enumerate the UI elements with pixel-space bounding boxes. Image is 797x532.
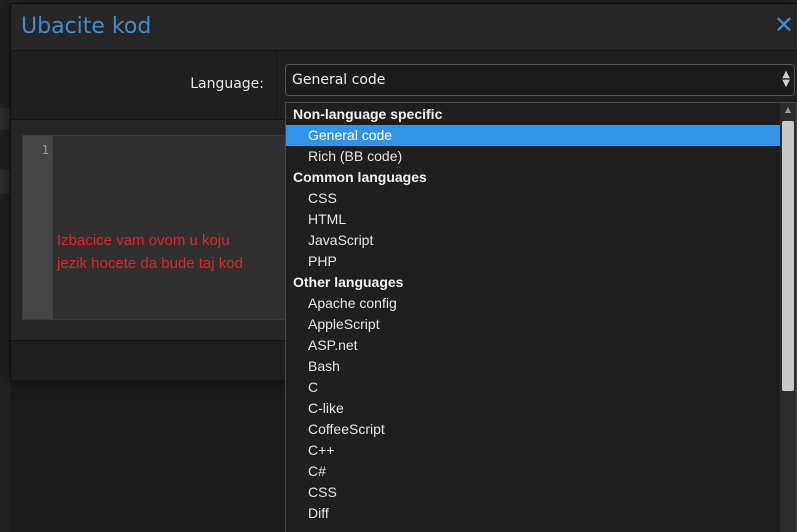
option-group-label: Non-language specific xyxy=(293,106,443,122)
dropdown-option[interactable]: AppleScript xyxy=(286,314,780,335)
close-icon[interactable]: ✕ xyxy=(774,12,794,38)
dropdown-option[interactable]: ASP.net xyxy=(286,335,780,356)
background-block xyxy=(0,108,10,130)
language-label: Language: xyxy=(190,76,264,92)
annotation-line: Izbacice vam ovom u koju xyxy=(57,232,230,249)
scroll-thumb[interactable] xyxy=(782,121,794,391)
option-group-label: Common languages xyxy=(293,169,427,185)
dropdown-option[interactable]: CSS xyxy=(286,188,780,209)
dropdown-option[interactable]: C# xyxy=(286,461,780,482)
scrollbar[interactable]: ▲ xyxy=(780,103,796,532)
line-gutter: 1 xyxy=(23,136,53,319)
dropdown-option[interactable]: C-like xyxy=(286,398,780,419)
scroll-up-icon[interactable]: ▲ xyxy=(780,105,796,114)
dropdown-option[interactable]: Bash xyxy=(286,356,780,377)
dropdown-option[interactable]: C xyxy=(286,377,780,398)
dropdown-option[interactable]: Rich (BB code) xyxy=(286,146,780,167)
dropdown-option[interactable]: Apache config xyxy=(286,293,780,314)
label-cell: Language: xyxy=(11,51,277,119)
dropdown-option[interactable]: Diff xyxy=(286,503,780,524)
option-group-label: Other languages xyxy=(293,274,404,290)
language-select[interactable]: General code ▲ ▼ xyxy=(285,64,795,96)
dialog-header: Ubacite kod ✕ xyxy=(11,4,797,51)
dropdown-option[interactable]: CSS xyxy=(286,482,780,503)
dropdown-option[interactable]: CoffeeScript xyxy=(286,419,780,440)
code-editor[interactable]: 1 xyxy=(22,135,294,320)
background-block xyxy=(0,170,10,194)
annotation-text: Izbacice vam ovom u koju jezik hocete da… xyxy=(57,229,297,275)
line-number: 1 xyxy=(41,143,49,157)
dropdown-option[interactable]: HTML xyxy=(286,209,780,230)
annotation-line: jezik hocete da bude taj kod xyxy=(57,255,243,272)
dropdown-option-selected[interactable]: General code xyxy=(286,125,780,146)
dropdown-option[interactable]: PHP xyxy=(286,251,780,272)
selected-language: General code xyxy=(292,72,386,88)
dropdown-option[interactable]: JavaScript xyxy=(286,230,780,251)
dialog-title: Ubacite kod xyxy=(21,14,152,39)
dropdown-option[interactable]: C++ xyxy=(286,440,780,461)
language-dropdown-list[interactable]: Non-language specific General code Rich (B… xyxy=(285,102,797,532)
select-arrows-icon: ▲ ▼ xyxy=(782,69,790,89)
background-left-strip xyxy=(0,0,10,532)
